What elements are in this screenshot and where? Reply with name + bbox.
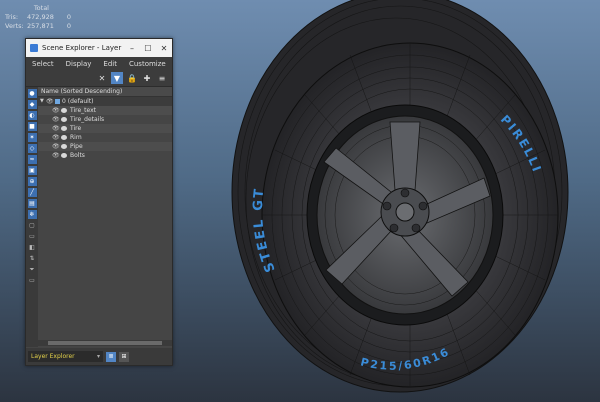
menu-bar: Select Display Edit Customize: [26, 57, 172, 70]
layer-row[interactable]: 👁 Rim: [38, 133, 172, 142]
layer-name: Tire_details: [70, 116, 105, 123]
clear-filter-icon[interactable]: ✕: [96, 72, 108, 84]
layer-stack-icon: [55, 99, 60, 104]
display-containers-icon[interactable]: ▤: [27, 199, 37, 208]
bottom-bar: Layer Explorer ▾ ≣ ⊞: [26, 348, 172, 365]
app-icon: [30, 44, 38, 52]
menu-customize[interactable]: Customize: [123, 60, 172, 68]
funnel-icon[interactable]: ⏷: [28, 265, 37, 274]
maximize-button[interactable]: ☐: [140, 44, 156, 53]
minimize-button[interactable]: –: [124, 44, 140, 53]
folder-icon[interactable]: ▭: [28, 276, 37, 285]
layer-row[interactable]: 👁 Bolts: [38, 151, 172, 160]
layer-list: Name (Sorted Descending) ▼ 👁 0 (default)…: [38, 87, 172, 347]
render-dot-icon[interactable]: [61, 117, 67, 122]
invert-icon[interactable]: ◧: [28, 243, 37, 252]
menu-display[interactable]: Display: [60, 60, 98, 68]
display-bones-icon[interactable]: ╱: [27, 188, 37, 197]
center-cap: [395, 202, 415, 222]
display-hidden-icon[interactable]: ▢: [28, 221, 37, 230]
add-layer-icon[interactable]: ✚: [141, 72, 153, 84]
layer-row[interactable]: 👁 Tire_details: [38, 115, 172, 124]
render-dot-icon[interactable]: [61, 108, 67, 113]
display-lights-icon[interactable]: ✶: [27, 133, 37, 142]
layer-row[interactable]: 👁 Tire: [38, 124, 172, 133]
render-dot-icon[interactable]: [61, 153, 67, 158]
hierarchy-icon[interactable]: ⊞: [119, 351, 129, 362]
window-title: Scene Explorer - Layer E...: [42, 44, 124, 52]
display-shapes-icon[interactable]: ◐: [27, 111, 37, 120]
display-none-icon[interactable]: ▭: [28, 232, 37, 241]
visibility-eye-icon[interactable]: 👁: [52, 142, 60, 151]
display-helpers-icon[interactable]: ◇: [27, 144, 37, 153]
layer-row[interactable]: 👁 Pipe: [38, 142, 172, 151]
explorer-type-dropdown[interactable]: Layer Explorer ▾: [28, 351, 103, 362]
display-frozen-icon[interactable]: ❄: [27, 210, 37, 219]
visibility-eye-icon[interactable]: 👁: [52, 106, 60, 115]
layer-name: Tire: [70, 125, 82, 132]
layer-name: 0 (default): [62, 98, 94, 105]
root-layer-row[interactable]: ▼ 👁 0 (default): [38, 97, 172, 106]
visibility-eye-icon[interactable]: 👁: [52, 133, 60, 142]
layer-name: Tire_text: [70, 107, 97, 114]
render-dot-icon[interactable]: [61, 126, 67, 131]
sort-by-layer-icon[interactable]: ≣: [106, 351, 116, 362]
menu-edit[interactable]: Edit: [97, 60, 123, 68]
toolbar: ✕ ▼ 🔒 ✚ ≡: [26, 70, 172, 87]
layer-name: Pipe: [70, 143, 83, 150]
chevron-down-icon: ▾: [96, 353, 100, 360]
display-geometry-icon[interactable]: ◆: [27, 100, 37, 109]
visibility-eye-icon[interactable]: 👁: [46, 97, 54, 106]
visibility-eye-icon[interactable]: 👁: [52, 115, 60, 124]
display-xrefs-icon[interactable]: ⊕: [27, 177, 37, 186]
render-dot-icon[interactable]: [61, 135, 67, 140]
scrollbar-thumb[interactable]: [48, 341, 162, 345]
layer-name: Rim: [70, 134, 82, 141]
menu-select[interactable]: Select: [26, 60, 60, 68]
column-header[interactable]: Name (Sorted Descending): [38, 87, 172, 97]
close-button[interactable]: ✕: [156, 44, 172, 53]
layer-name: Bolts: [70, 152, 85, 159]
sort-icon[interactable]: ⇅: [28, 254, 37, 263]
visibility-eye-icon[interactable]: 👁: [52, 151, 60, 160]
render-dot-icon[interactable]: [61, 144, 67, 149]
dropdown-value: Layer Explorer: [31, 353, 75, 360]
visibility-eye-icon[interactable]: 👁: [52, 124, 60, 133]
scene-explorer-window[interactable]: Scene Explorer - Layer E... – ☐ ✕ Select…: [25, 38, 173, 366]
explorer-body: ● ◆ ◐ ■ ✶ ◇ ≈ ▣ ⊕ ╱ ▤ ❄ ▢ ▭ ◧ ⇅ ⏷ ▭ Name…: [26, 87, 172, 347]
side-toolbar: ● ◆ ◐ ■ ✶ ◇ ≈ ▣ ⊕ ╱ ▤ ❄ ▢ ▭ ◧ ⇅ ⏷ ▭: [26, 87, 38, 347]
display-spacewarps-icon[interactable]: ≈: [27, 155, 37, 164]
title-bar[interactable]: Scene Explorer - Layer E... – ☐ ✕: [26, 39, 172, 57]
filter-icon[interactable]: ▼: [111, 72, 123, 84]
display-all-icon[interactable]: ●: [27, 89, 37, 98]
display-cameras-icon[interactable]: ■: [27, 122, 37, 131]
lock-icon[interactable]: 🔒: [126, 72, 138, 84]
layer-row[interactable]: 👁 Tire_text: [38, 106, 172, 115]
layers-icon[interactable]: ≡: [156, 72, 168, 84]
horizontal-scrollbar[interactable]: [38, 340, 172, 346]
display-groups-icon[interactable]: ▣: [27, 166, 37, 175]
